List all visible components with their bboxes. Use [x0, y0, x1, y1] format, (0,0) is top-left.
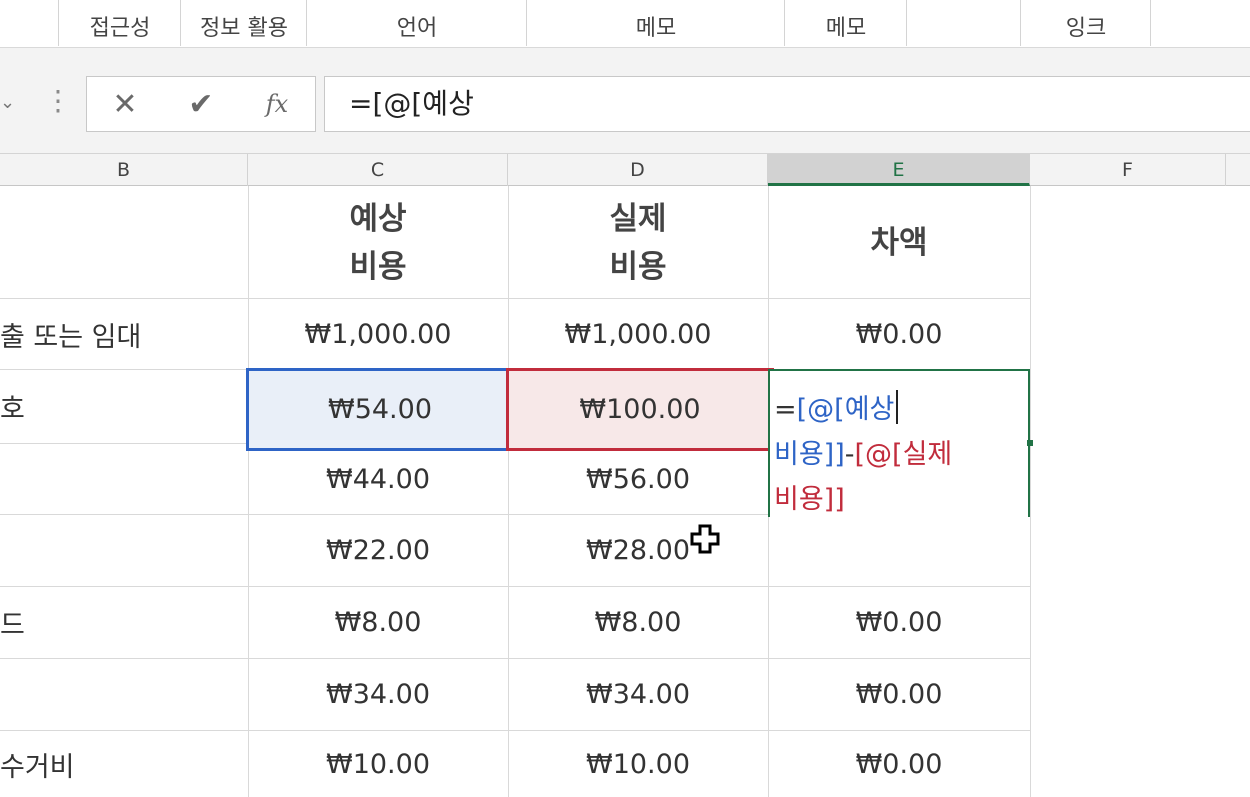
actual-cost-cell[interactable]: ₩10.00	[508, 731, 768, 797]
row-label-cell[interactable]: 수거비	[0, 731, 248, 797]
row-label-cell[interactable]: 드	[0, 587, 248, 658]
formula-buttons: ✕ ✔ fx	[86, 76, 316, 132]
cell-select-cursor-icon	[690, 524, 720, 554]
ribbon-separator	[906, 0, 907, 46]
formula-ref-expected: [@[예상	[796, 394, 895, 425]
difference-cell[interactable]: ₩0.00	[768, 659, 1030, 730]
row-label-cell[interactable]	[0, 444, 248, 514]
expected-cost-cell[interactable]: ₩22.00	[248, 515, 508, 586]
formula-equals: =	[774, 394, 797, 425]
row-label-cell[interactable]: 출 또는 임대	[0, 299, 248, 369]
column-header-d[interactable]: D	[508, 154, 768, 186]
ribbon-separator	[1150, 0, 1151, 46]
text-caret	[896, 390, 899, 424]
actual-cost-cell[interactable]: ₩56.00	[508, 444, 768, 514]
formula-ref-actual: [@[실제	[854, 439, 953, 470]
formula-text: =[@[예상	[349, 87, 474, 120]
header-cell-difference[interactable]: 차액	[768, 188, 1030, 298]
column-header-f[interactable]: F	[1030, 154, 1226, 186]
formula-ref-actual-cont: 비용]]	[774, 484, 845, 515]
ribbon-separator	[306, 0, 307, 46]
row-label-cell[interactable]	[0, 659, 248, 730]
header-line: 실제	[609, 201, 667, 237]
expected-cost-cell[interactable]: ₩34.00	[248, 659, 508, 730]
actual-cost-cell[interactable]: ₩34.00	[508, 659, 768, 730]
header-line: 비용	[349, 249, 407, 285]
difference-cell[interactable]: ₩0.00	[768, 299, 1030, 369]
ribbon-group-accessibility[interactable]: 접근성	[62, 14, 178, 44]
expected-cost-cell[interactable]: ₩8.00	[248, 587, 508, 658]
ribbon-group-notes[interactable]: 메모	[788, 14, 904, 44]
difference-cell[interactable]: ₩0.00	[768, 731, 1030, 797]
ribbon-group-language[interactable]: 언어	[310, 14, 524, 44]
gridline	[1030, 186, 1031, 797]
cell-editor[interactable]: =[@[예상 비용]]-[@[실제 비용]]	[768, 369, 1030, 517]
actual-cost-cell[interactable]: ₩8.00	[508, 587, 768, 658]
formula-input[interactable]: =[@[예상	[324, 76, 1250, 132]
enter-icon[interactable]: ✔	[173, 77, 229, 131]
column-header-b[interactable]: B	[0, 154, 248, 186]
ribbon-separator	[58, 0, 59, 46]
column-headers: B C D E F	[0, 154, 1250, 186]
header-cell-actual-cost[interactable]: 실제 비용	[508, 188, 768, 298]
actual-cost-cell-referenced[interactable]: ₩100.00	[506, 368, 774, 451]
header-line: 예상	[349, 201, 407, 237]
column-header-c[interactable]: C	[248, 154, 508, 186]
fill-handle[interactable]	[1027, 440, 1033, 446]
header-line: 차액	[870, 225, 928, 261]
ribbon-separator	[526, 0, 527, 46]
ribbon-separator	[180, 0, 181, 46]
difference-cell[interactable]	[768, 515, 1030, 586]
insert-function-icon[interactable]: fx	[249, 77, 305, 131]
expected-cost-cell-referenced[interactable]: ₩54.00	[246, 368, 514, 451]
expected-cost-cell[interactable]: ₩44.00	[248, 444, 508, 514]
cell-editor-formula: =[@[예상 비용]]-[@[실제 비용]]	[774, 387, 952, 522]
ribbon-spacer	[0, 48, 1250, 72]
formula-bar-grip-icon[interactable]: ⋮	[44, 86, 72, 116]
actual-cost-cell[interactable]: ₩1,000.00	[508, 299, 768, 369]
header-line: 비용	[609, 249, 667, 285]
row-label-cell[interactable]	[0, 515, 248, 586]
cancel-icon[interactable]: ✕	[97, 77, 153, 131]
column-header-e[interactable]: E	[768, 154, 1030, 186]
formula-minus: -	[844, 439, 855, 470]
name-box-dropdown-icon[interactable]: ⌄	[0, 92, 15, 113]
formula-ref-expected-cont: 비용]]	[774, 439, 845, 470]
row-label-cell[interactable]: 호	[0, 370, 248, 443]
difference-cell[interactable]: ₩0.00	[768, 587, 1030, 658]
header-cell-expected-cost[interactable]: 예상 비용	[248, 188, 508, 298]
ribbon-group-labels: 접근성 정보 활용 언어 메모 메모 잉크	[0, 0, 1250, 48]
ribbon-separator	[1020, 0, 1021, 46]
ribbon-group-insights[interactable]: 정보 활용	[184, 14, 304, 44]
ribbon-group-ink[interactable]: 잉크	[1024, 14, 1148, 44]
ribbon-group-comments[interactable]: 메모	[530, 14, 782, 44]
actual-cost-cell[interactable]: ₩28.00	[508, 515, 768, 586]
expected-cost-cell[interactable]: ₩1,000.00	[248, 299, 508, 369]
ribbon-separator	[784, 0, 785, 46]
expected-cost-cell[interactable]: ₩10.00	[248, 731, 508, 797]
